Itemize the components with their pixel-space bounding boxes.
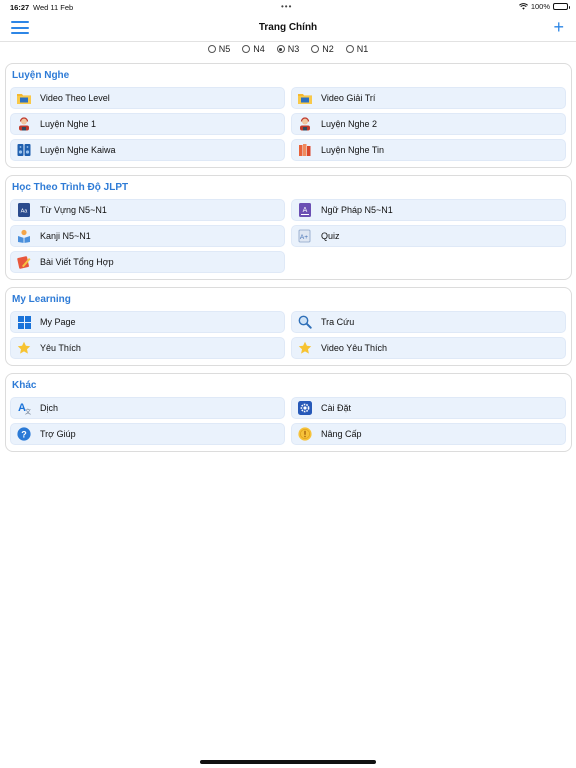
level-label: N2 — [322, 44, 334, 54]
status-date: Wed 11 Feb — [33, 3, 74, 12]
level-option-n2[interactable]: N2 — [311, 44, 334, 54]
level-option-n4[interactable]: N4 — [242, 44, 265, 54]
level-label: N4 — [253, 44, 265, 54]
radio-checked-icon — [276, 45, 285, 53]
menu-item-label: Tra Cứu — [321, 317, 355, 327]
dictionary-icon: Aa — [17, 203, 31, 217]
menu-item-ngu-phap[interactable]: A Ngữ Pháp N5~N1 — [291, 199, 566, 221]
level-label: N3 — [287, 44, 300, 54]
multitasking-dots-icon[interactable]: ••• — [281, 2, 292, 11]
menu-item-label: Luyện Nghe 2 — [321, 119, 378, 129]
person-headset-icon — [298, 117, 312, 131]
level-label: N1 — [356, 44, 369, 54]
level-selector: N5 N4 N3 N2 N1 — [0, 44, 576, 54]
battery-percent: 100% — [530, 2, 550, 11]
status-right: 100% — [518, 2, 570, 11]
menu-item-label: Cài Đặt — [321, 403, 352, 413]
menu-item-label: Nâng Cấp — [321, 429, 362, 439]
menu-item-label: Yêu Thích — [40, 343, 81, 353]
level-option-n1[interactable]: N1 — [345, 44, 369, 54]
menu-item-nang-cap[interactable]: Nâng Cấp — [291, 423, 566, 445]
home-indicator[interactable] — [200, 760, 376, 764]
menu-item-label: Luyện Nghe 1 — [40, 119, 97, 129]
section-my-learning: My Learning My Page Tra Cứu Yêu Thích Vi… — [5, 287, 572, 366]
menu-item-label: Ngữ Pháp N5~N1 — [321, 205, 393, 215]
level-option-n3[interactable]: N3 — [276, 44, 300, 54]
level-option-n5[interactable]: N5 — [207, 44, 231, 54]
grammar-book-icon: A — [298, 203, 312, 217]
menu-item-tra-cuu[interactable]: Tra Cứu — [291, 311, 566, 333]
section-other: Khác A文 Dịch Cài Đặt ? Trợ Giúp Nâng Cấp — [5, 373, 572, 452]
menu-item-label: Quiz — [321, 231, 340, 241]
svg-text:A+: A+ — [300, 234, 308, 241]
star-icon — [17, 341, 31, 355]
menu-item-label: Từ Vựng N5~N1 — [40, 205, 107, 215]
menu-item-label: Luyện Nghe Tin — [321, 145, 385, 155]
svg-text:?: ? — [21, 429, 27, 439]
plus-icon[interactable]: + — [553, 18, 564, 36]
radio-icon — [311, 45, 320, 53]
menu-item-video-giai-tri[interactable]: Video Giải Trí — [291, 87, 566, 109]
menu-item-my-page[interactable]: My Page — [10, 311, 285, 333]
navigation-bar: Trang Chính + — [0, 14, 576, 42]
section-listening: Luyện Nghe Video Theo Level Video Giải T… — [5, 63, 572, 168]
menu-item-luyen-nghe-kaiwa[interactable]: Luyện Nghe Kaiwa — [10, 139, 285, 161]
windows-grid-icon — [17, 315, 31, 329]
section-title: Khác — [12, 380, 37, 391]
menu-item-kanji[interactable]: Kanji N5~N1 — [10, 225, 285, 247]
status-time: 16:27 — [10, 3, 30, 12]
menu-item-tro-giup[interactable]: ? Trợ Giúp — [10, 423, 285, 445]
star-icon — [298, 341, 312, 355]
notebook-pencil-icon — [17, 255, 31, 269]
menu-item-cai-dat[interactable]: Cài Đặt — [291, 397, 566, 419]
section-title: My Learning — [12, 294, 71, 305]
menu-item-label: Video Yêu Thích — [321, 343, 388, 353]
svg-text:文: 文 — [25, 408, 31, 415]
level-label: N5 — [218, 44, 231, 54]
wifi-icon — [518, 3, 528, 10]
speakers-icon — [17, 143, 31, 157]
section-title: Học Theo Trình Độ JLPT — [12, 182, 129, 193]
menu-item-label: My Page — [40, 317, 76, 327]
gear-icon — [298, 401, 312, 415]
svg-text:A: A — [303, 207, 308, 214]
menu-item-luyen-nghe-1[interactable]: Luyện Nghe 1 — [10, 113, 285, 135]
menu-item-video-theo-level[interactable]: Video Theo Level — [10, 87, 285, 109]
menu-item-label: Dịch — [40, 403, 59, 413]
quiz-icon: A+ — [298, 229, 312, 243]
menu-item-dich[interactable]: A文 Dịch — [10, 397, 285, 419]
status-bar: 16:27 Wed 11 Feb ••• 100% — [0, 0, 576, 14]
page-title: Trang Chính — [258, 22, 318, 33]
radio-icon — [242, 45, 251, 53]
help-icon: ? — [17, 427, 31, 441]
radio-icon — [207, 45, 216, 53]
menu-item-video-yeu-thich[interactable]: Video Yêu Thích — [291, 337, 566, 359]
menu-item-yeu-thich[interactable]: Yêu Thích — [10, 337, 285, 359]
person-headset-icon — [17, 117, 31, 131]
menu-item-label: Trợ Giúp — [40, 429, 76, 439]
section-title: Luyện Nghe — [12, 70, 70, 81]
section-jlpt: Học Theo Trình Độ JLPT Aa Từ Vựng N5~N1 … — [5, 175, 572, 280]
radio-icon — [345, 45, 354, 53]
upgrade-coin-icon — [298, 427, 312, 441]
svg-text:Aa: Aa — [21, 209, 29, 215]
reader-icon — [17, 229, 31, 243]
menu-item-label: Bài Viết Tổng Hợp — [40, 257, 114, 267]
translate-icon: A文 — [17, 401, 31, 415]
folder-icon — [17, 91, 31, 105]
menu-item-label: Video Theo Level — [40, 93, 110, 103]
menu-item-luyen-nghe-tin[interactable]: Luyện Nghe Tin — [291, 139, 566, 161]
menu-item-bai-viet-tong-hop[interactable]: Bài Viết Tổng Hợp — [10, 251, 285, 273]
battery-icon — [553, 3, 570, 10]
books-icon — [298, 143, 312, 157]
search-icon — [298, 315, 312, 329]
menu-item-label: Luyện Nghe Kaiwa — [40, 145, 116, 155]
menu-item-label: Kanji N5~N1 — [40, 231, 91, 241]
menu-item-quiz[interactable]: A+ Quiz — [291, 225, 566, 247]
menu-item-tu-vung[interactable]: Aa Từ Vựng N5~N1 — [10, 199, 285, 221]
menu-item-label: Video Giải Trí — [321, 93, 376, 103]
folder-icon — [298, 91, 312, 105]
menu-item-luyen-nghe-2[interactable]: Luyện Nghe 2 — [291, 113, 566, 135]
